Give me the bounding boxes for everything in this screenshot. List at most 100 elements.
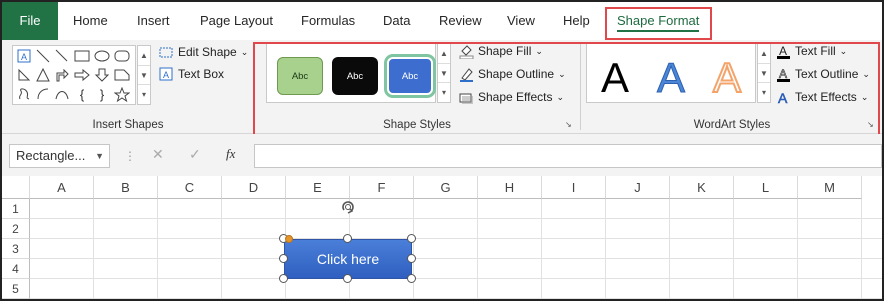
down-arrow-shape-icon[interactable]	[93, 67, 111, 83]
row-header[interactable]: 5	[2, 279, 30, 299]
scroll-down-icon[interactable]: ▼	[758, 64, 770, 84]
text-fill-button[interactable]: A Text Fill ⌄	[775, 41, 847, 61]
text-effects-icon: A	[775, 89, 791, 105]
name-box[interactable]: Rectangle... ▼	[9, 144, 110, 168]
triangle-shape-icon[interactable]	[16, 67, 32, 83]
right-brace-shape-icon[interactable]: }	[93, 86, 111, 102]
more-shapes-icon[interactable]: ▾	[138, 85, 150, 104]
shape-styles-gallery[interactable]: Abc Abc Abc	[266, 43, 436, 103]
tab-review[interactable]: Review	[439, 2, 482, 40]
row-header[interactable]: 1	[2, 199, 30, 219]
shapes-gallery[interactable]: A { }	[12, 45, 136, 105]
snip-rect-shape-icon[interactable]	[113, 67, 131, 83]
tab-formulas[interactable]: Formulas	[301, 2, 355, 40]
tab-insert[interactable]: Insert	[137, 2, 170, 40]
tab-data[interactable]: Data	[383, 2, 410, 40]
shape-fill-button[interactable]: Shape Fill ⌄	[458, 41, 543, 61]
tab-help[interactable]: Help	[563, 2, 590, 40]
column-header[interactable]: A	[30, 176, 94, 199]
resize-handle[interactable]	[407, 274, 416, 283]
shape-styles-scroll[interactable]: ▲ ▼ ▾	[437, 43, 451, 103]
text-outline-button[interactable]: A Text Outline ⌄	[775, 64, 870, 84]
column-header[interactable]: E	[286, 176, 350, 199]
more-wordart-icon[interactable]: ▾	[758, 83, 770, 102]
column-header[interactable]: K	[670, 176, 734, 199]
resize-handle[interactable]	[279, 274, 288, 283]
column-header[interactable]: L	[734, 176, 798, 199]
formula-input[interactable]	[254, 144, 882, 168]
column-header[interactable]: D	[222, 176, 286, 199]
shape-text: Click here	[316, 251, 380, 267]
adjust-handle[interactable]	[285, 235, 293, 243]
wordart-style-blue[interactable]: A	[651, 54, 691, 102]
tab-view[interactable]: View	[507, 2, 535, 40]
rectangle-shape-icon[interactable]	[73, 48, 91, 64]
resize-handle[interactable]	[343, 234, 352, 243]
row-header[interactable]: 4	[2, 259, 30, 279]
textbox-shape-icon[interactable]: A	[16, 48, 32, 64]
isosceles-triangle-shape-icon[interactable]	[35, 67, 51, 83]
line-shape-icon[interactable]	[35, 48, 51, 64]
shapes-gallery-scroll[interactable]: ▲ ▼ ▾	[137, 45, 151, 105]
right-arrow-shape-icon[interactable]	[73, 67, 91, 83]
scroll-up-icon[interactable]: ▲	[138, 46, 150, 66]
wordart-gallery-scroll[interactable]: ▲ ▼ ▾	[757, 43, 771, 103]
shape-effects-button[interactable]: Shape Effects ⌄	[458, 87, 564, 107]
rectangle-shape[interactable]: Click here	[284, 239, 412, 279]
wordart-style-black[interactable]: A	[595, 54, 635, 102]
text-box-button[interactable]: A Text Box	[158, 64, 224, 84]
wordart-gallery[interactable]: A A A	[586, 43, 756, 103]
tab-shape-format[interactable]: Shape Format	[617, 2, 700, 40]
cancel-icon[interactable]: ✕	[152, 146, 164, 163]
gridline	[30, 238, 882, 239]
edit-shape-button[interactable]: Edit Shape ⌄	[158, 42, 248, 62]
shape-style-swatch[interactable]: Abc	[332, 57, 378, 95]
star-shape-icon[interactable]	[113, 86, 131, 102]
wordart-style-orange[interactable]: A	[707, 53, 747, 102]
insert-function-icon[interactable]: fx	[226, 146, 235, 162]
shape-outline-button[interactable]: Shape Outline ⌄	[458, 64, 566, 84]
scroll-down-icon[interactable]: ▼	[438, 64, 450, 84]
resize-handle[interactable]	[407, 234, 416, 243]
arrow-line-shape-icon[interactable]	[54, 48, 70, 64]
dialog-launcher-icon[interactable]: ↘	[565, 120, 574, 129]
resize-handle[interactable]	[407, 254, 416, 263]
column-header[interactable]: F	[350, 176, 414, 199]
left-brace-shape-icon[interactable]: {	[73, 86, 91, 102]
shape-effects-label: Shape Effects	[478, 90, 553, 104]
worksheet-grid[interactable]: ABCDEFGHIJKLM 12345	[2, 176, 882, 299]
shape-style-swatch[interactable]: Abc	[277, 57, 323, 95]
formula-bar-grip[interactable]: ⋮	[124, 146, 136, 166]
row-header[interactable]: 2	[2, 219, 30, 239]
column-header[interactable]: J	[606, 176, 670, 199]
oval-shape-icon[interactable]	[93, 48, 111, 64]
column-header[interactable]: B	[94, 176, 158, 199]
freeform-shape-icon[interactable]	[16, 86, 32, 102]
rounded-rect-shape-icon[interactable]	[113, 48, 131, 64]
scroll-up-icon[interactable]: ▲	[758, 44, 770, 64]
resize-handle[interactable]	[279, 254, 288, 263]
column-header[interactable]: M	[798, 176, 862, 199]
chevron-down-icon[interactable]: ▼	[95, 145, 104, 167]
tab-page-layout[interactable]: Page Layout	[200, 2, 273, 40]
scroll-up-icon[interactable]: ▲	[438, 44, 450, 64]
dialog-launcher-icon[interactable]: ↘	[867, 120, 876, 129]
tab-file[interactable]: File	[2, 2, 58, 40]
row-header[interactable]: 3	[2, 239, 30, 259]
column-header[interactable]: G	[414, 176, 478, 199]
enter-icon[interactable]: ✓	[189, 146, 201, 163]
curve-shape-icon[interactable]	[54, 86, 70, 102]
bent-arrow-shape-icon[interactable]	[54, 67, 70, 83]
tab-home[interactable]: Home	[73, 2, 108, 40]
more-styles-icon[interactable]: ▾	[438, 83, 450, 102]
rotate-handle-icon[interactable]	[339, 198, 357, 216]
text-effects-button[interactable]: A Text Effects ⌄	[775, 87, 868, 107]
arc-shape-icon[interactable]	[35, 86, 51, 102]
column-header[interactable]: C	[158, 176, 222, 199]
shape-style-swatch-selected[interactable]: Abc	[387, 57, 433, 95]
resize-handle[interactable]	[343, 274, 352, 283]
column-header[interactable]: H	[478, 176, 542, 199]
column-header[interactable]: I	[542, 176, 606, 199]
select-all-corner[interactable]	[2, 176, 30, 199]
scroll-down-icon[interactable]: ▼	[138, 66, 150, 86]
